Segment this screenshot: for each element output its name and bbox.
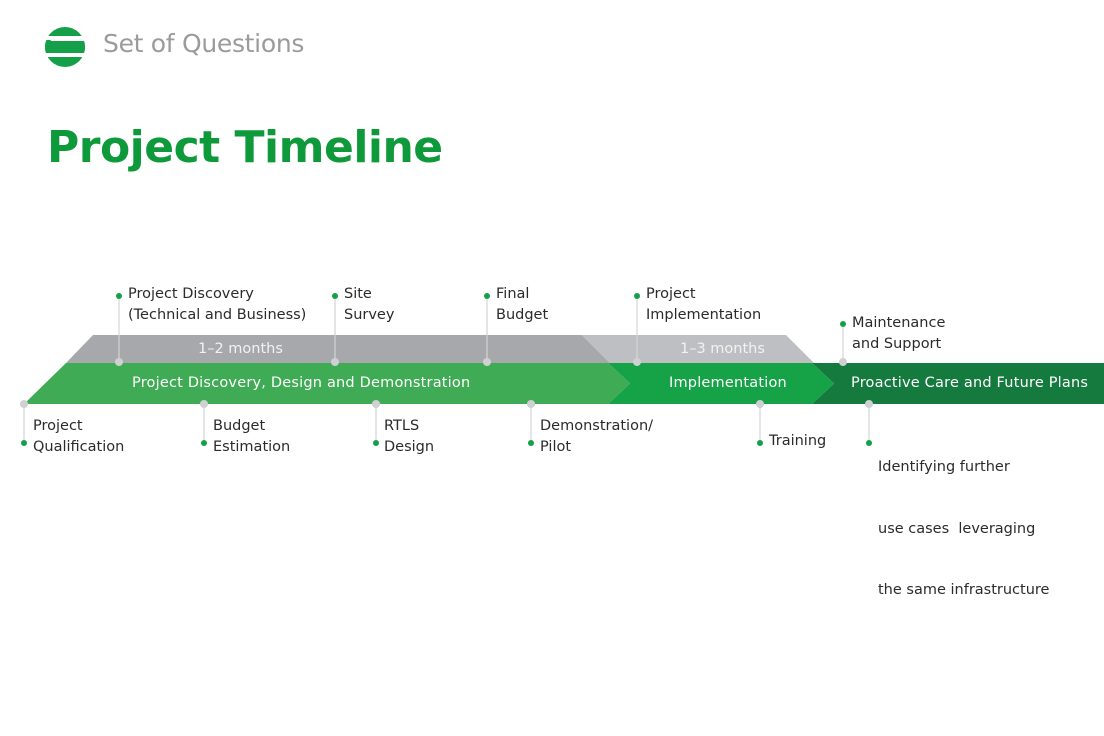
milestone-label: RTLS Design — [384, 418, 435, 455]
phase-label: Implementation — [669, 375, 787, 391]
bullet-icon — [840, 321, 846, 327]
timeline-marker — [115, 358, 123, 366]
milestone-label: Budget Estimation — [213, 418, 291, 455]
bullet-icon — [116, 293, 122, 299]
duration-label: 1–3 months — [680, 341, 765, 357]
timeline-marker — [756, 400, 764, 408]
bullet-icon — [634, 293, 640, 299]
timeline-marker — [839, 358, 847, 366]
timeline-diagram — [20, 293, 1104, 446]
milestone-label: Project Discovery (Technical and Busines… — [128, 286, 307, 323]
bullet-icon — [484, 293, 490, 299]
milestone-label: Project Qualification — [33, 418, 125, 455]
bullet-icon — [21, 440, 27, 446]
milestone-label: Site Survey — [344, 286, 395, 323]
milestone-label: Identifying further use cases leveraging… — [878, 459, 1050, 598]
bullet-icon — [528, 440, 534, 446]
milestone-label: Training — [769, 433, 827, 449]
bullet-icon — [201, 440, 207, 446]
milestone-label: Demonstration/ Pilot — [540, 418, 654, 455]
timeline-marker — [331, 358, 339, 366]
timeline-marker — [20, 400, 28, 408]
bullet-icon — [373, 440, 379, 446]
timeline-marker — [633, 358, 641, 366]
milestone-label: Project Implementation — [646, 286, 762, 323]
timeline-marker — [527, 400, 535, 408]
bullet-icon — [866, 440, 872, 446]
phase-label: Proactive Care and Future Plans — [851, 375, 1089, 391]
timeline-marker — [865, 400, 873, 408]
bullet-icon — [332, 293, 338, 299]
milestone-label: Maintenance and Support — [852, 315, 946, 352]
duration-label: 1–2 months — [198, 341, 283, 357]
duration-band-1 — [66, 335, 610, 363]
timeline-marker — [372, 400, 380, 408]
timeline-marker — [200, 400, 208, 408]
phase-label: Project Discovery, Design and Demonstrat… — [132, 375, 471, 391]
timeline-marker — [483, 358, 491, 366]
bullet-icon — [757, 440, 763, 446]
milestone-label: Final Budget — [496, 286, 549, 323]
